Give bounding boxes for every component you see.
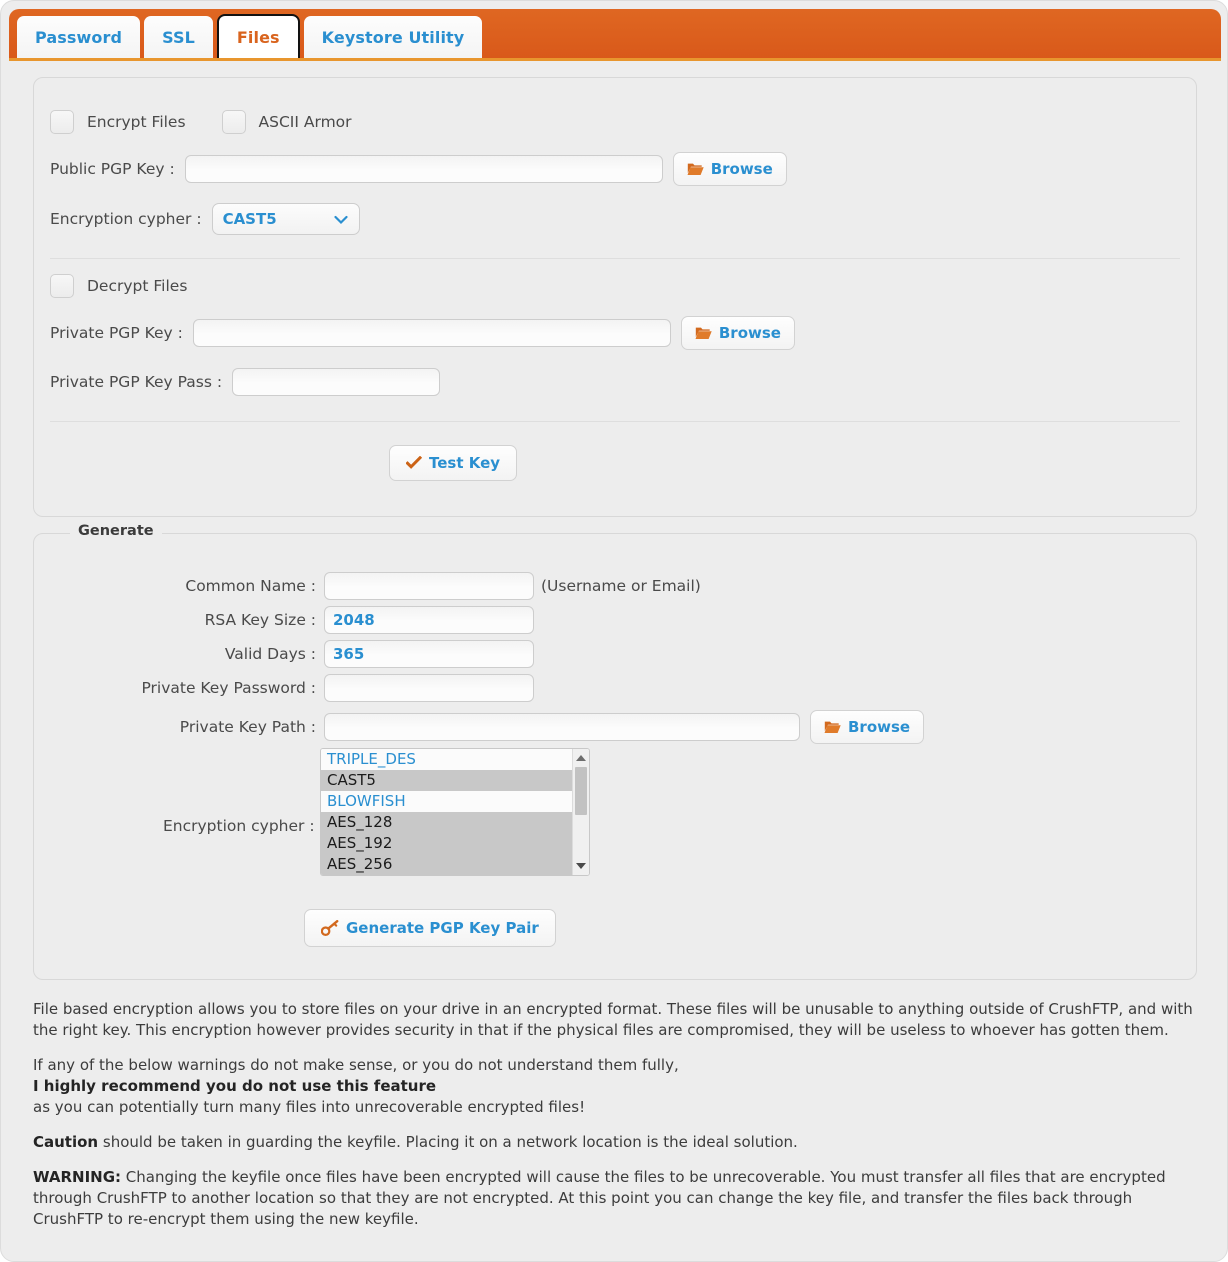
tab-ssl[interactable]: SSL [144, 16, 213, 58]
private-pgp-key-label: Private PGP Key : [50, 324, 183, 342]
private-key-path-row: Private Key Path : Browse [34, 710, 925, 744]
common-name-input[interactable] [324, 572, 534, 600]
info-paragraph-2: If any of the below warnings do not make… [33, 1055, 1199, 1118]
cypher-option[interactable]: TRIPLE_DES [321, 749, 572, 770]
test-key-row: Test Key [389, 445, 518, 481]
private-key-path-input[interactable] [324, 713, 800, 741]
generate-pgp-key-pair-button[interactable]: Generate PGP Key Pair [304, 909, 556, 947]
info-p2-line1: If any of the below warnings do not make… [33, 1056, 679, 1074]
rsa-key-size-row: RSA Key Size : [34, 606, 534, 634]
warning-text: Changing the keyfile once files have bee… [33, 1168, 1166, 1228]
scroll-up-arrow-icon[interactable] [573, 751, 589, 765]
checkmark-icon [406, 456, 422, 470]
cypher-option[interactable]: AES_128 [321, 812, 572, 833]
public-pgp-key-row: Public PGP Key : Browse [50, 152, 787, 186]
rsa-key-size-label: RSA Key Size : [204, 611, 316, 629]
cypher-option[interactable]: AES_192 [321, 833, 572, 854]
browse-label: Browse [848, 718, 911, 736]
pgp-keys-panel: Encrypt Files ASCII Armor Public PGP Key… [33, 77, 1197, 517]
encryption-cypher-row: Encryption cypher : TRIPLE_DESCAST5BLOWF… [50, 203, 360, 235]
info-paragraph-warning: WARNING: Changing the keyfile once files… [33, 1167, 1199, 1230]
private-pgp-key-pass-label: Private PGP Key Pass : [50, 373, 223, 391]
info-text-block: File based encryption allows you to stor… [33, 999, 1199, 1244]
private-pgp-key-input[interactable] [192, 319, 671, 347]
encryption-cypher-select[interactable]: TRIPLE_DESCAST5BLOWFISHAES_128AES_192AES… [211, 203, 360, 235]
common-name-row: Common Name : (Username or Email) [34, 572, 701, 600]
cypher-option-list[interactable]: TRIPLE_DES CAST5 BLOWFISH AES_128 AES_192 AES… [321, 749, 572, 875]
public-pgp-key-input[interactable] [184, 155, 663, 183]
valid-days-input[interactable] [324, 640, 534, 668]
common-name-hint: (Username or Email) [541, 577, 701, 595]
encrypt-files-checkbox[interactable] [50, 110, 74, 134]
test-key-button[interactable]: Test Key [389, 445, 518, 481]
caution-label: Caution [33, 1133, 99, 1151]
encryption-cypher-label: Encryption cypher : [50, 210, 202, 228]
generate-panel: Generate Common Name : (Username or Emai… [33, 523, 1197, 980]
private-key-path-browse-button[interactable]: Browse [810, 710, 925, 744]
ascii-armor-checkbox[interactable] [221, 110, 246, 134]
private-key-password-label: Private Key Password : [141, 679, 316, 697]
browse-label: Browse [718, 324, 781, 342]
divider [50, 421, 1180, 422]
generate-button-label: Generate PGP Key Pair [346, 919, 539, 937]
encrypt-files-label: Encrypt Files [87, 113, 186, 131]
valid-days-label: Valid Days : [224, 645, 316, 663]
scroll-down-arrow-icon[interactable] [573, 859, 589, 873]
tab-keystore-utility[interactable]: Keystore Utility [303, 16, 483, 58]
listbox-scrollbar[interactable] [572, 749, 589, 875]
cypher-option[interactable]: AES_256 [321, 854, 572, 875]
generate-button-row: Generate PGP Key Pair [304, 909, 556, 947]
warning-label: WARNING: [33, 1168, 122, 1186]
key-icon [321, 920, 339, 936]
private-pgp-key-row: Private PGP Key : Browse [50, 316, 795, 350]
info-paragraph-caution: Caution should be taken in guarding the … [33, 1132, 1199, 1153]
private-pgp-key-pass-input[interactable] [232, 368, 441, 396]
decrypt-files-row: Decrypt Files [50, 274, 187, 298]
public-pgp-key-browse-button[interactable]: Browse [672, 152, 787, 186]
private-key-path-label: Private Key Path : [179, 718, 316, 736]
generate-cypher-label: Encryption cypher : [163, 817, 315, 835]
ascii-armor-label: ASCII Armor [258, 113, 352, 131]
tab-password[interactable]: Password [17, 16, 141, 58]
encrypt-files-row: Encrypt Files ASCII Armor [50, 110, 352, 134]
info-p2-line3: as you can potentially turn many files i… [33, 1098, 586, 1116]
folder-open-icon [824, 720, 841, 734]
scrollbar-thumb[interactable] [575, 767, 587, 815]
rsa-key-size-input[interactable] [324, 606, 534, 634]
generate-cypher-listbox[interactable]: TRIPLE_DES CAST5 BLOWFISH AES_128 AES_192 AES… [320, 748, 590, 876]
caution-text: should be taken in guarding the keyfile.… [98, 1133, 798, 1151]
generate-legend: Generate [70, 523, 162, 539]
tab-files[interactable]: Files [216, 14, 300, 58]
tab-bar: Password SSL Files Keystore Utility [9, 9, 1221, 61]
public-pgp-key-label: Public PGP Key : [50, 160, 175, 178]
info-p2-bold: I highly recommend you do not use this f… [33, 1077, 437, 1095]
folder-open-icon [687, 162, 704, 176]
divider [50, 258, 1180, 259]
private-pgp-key-browse-button[interactable]: Browse [680, 316, 795, 350]
folder-open-icon [695, 326, 712, 340]
browse-label: Browse [710, 160, 773, 178]
decrypt-files-label: Decrypt Files [87, 277, 188, 295]
private-key-password-row: Private Key Password : [34, 674, 534, 702]
valid-days-row: Valid Days : [34, 640, 534, 668]
cypher-option[interactable]: BLOWFISH [321, 791, 572, 812]
common-name-label: Common Name : [185, 577, 316, 595]
info-paragraph-1: File based encryption allows you to stor… [33, 1000, 1193, 1039]
private-key-password-input[interactable] [324, 674, 534, 702]
decrypt-files-checkbox[interactable] [50, 274, 74, 298]
cypher-option[interactable]: CAST5 [321, 770, 572, 791]
private-pgp-key-pass-row: Private PGP Key Pass : [50, 368, 441, 396]
settings-page: Password SSL Files Keystore Utility Encr… [0, 0, 1228, 1262]
test-key-label: Test Key [429, 454, 501, 472]
